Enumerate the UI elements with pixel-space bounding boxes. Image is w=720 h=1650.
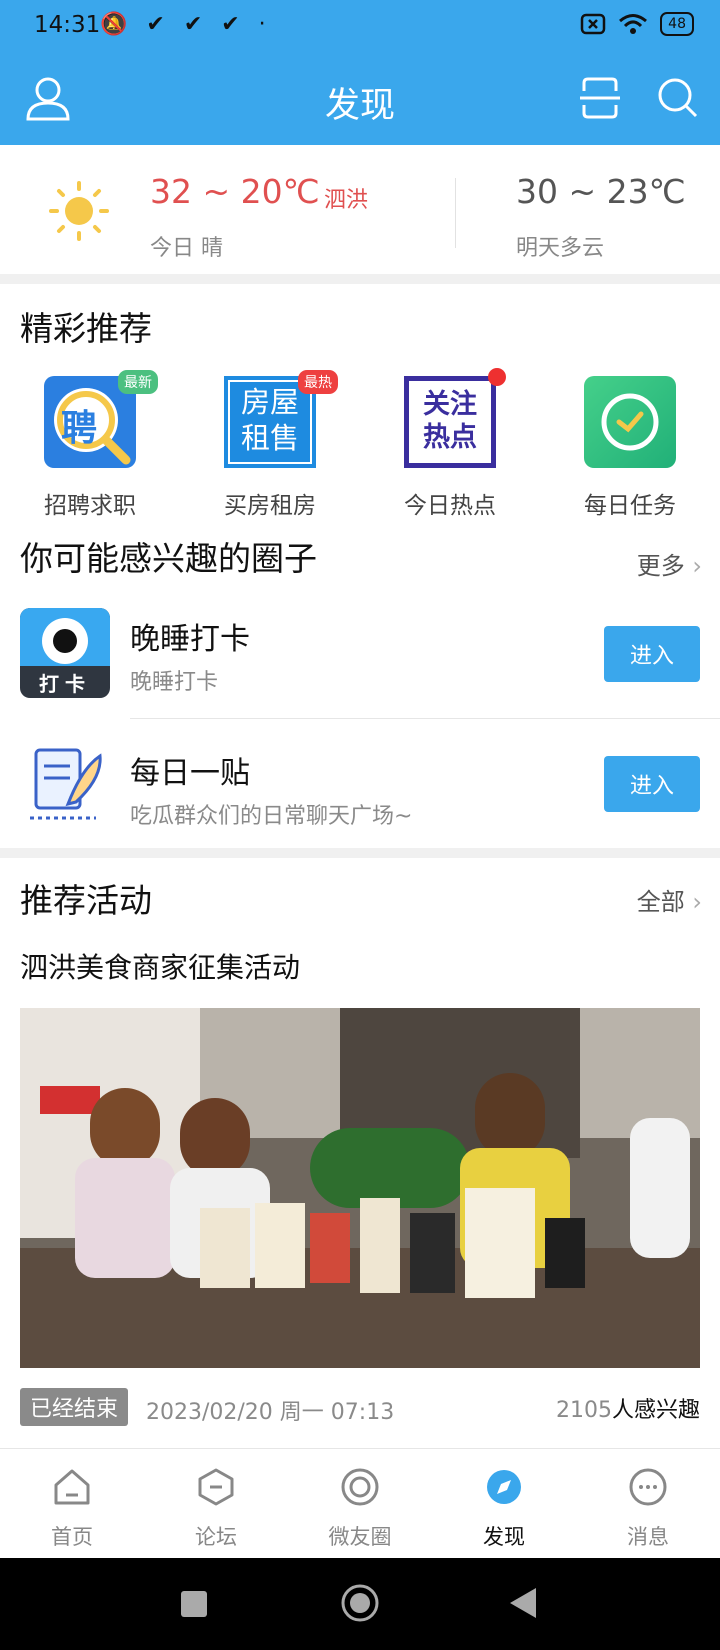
clock-icon bbox=[584, 376, 676, 468]
status-bar: 14:31 🔕 ✔ ✔ ✔ · 48 bbox=[0, 0, 720, 55]
status-time: 14:31 bbox=[34, 12, 101, 38]
recommend-item-hotspot[interactable]: 关注 热点 今日热点 bbox=[360, 368, 540, 520]
sleep-checkin-icon: 打卡 bbox=[20, 608, 110, 698]
chevron-right-icon: › bbox=[684, 888, 702, 916]
section-divider bbox=[0, 274, 720, 284]
message-icon bbox=[629, 1468, 667, 1506]
tab-label: 发现 bbox=[483, 1525, 525, 1549]
interest-count: 2105 bbox=[555, 1398, 612, 1423]
app-header: 发现 bbox=[0, 55, 720, 145]
tomorrow-temperature: 30 ~ 23℃ bbox=[516, 172, 686, 211]
circle-desc: 吃瓜群众们的日常聊天广场~ bbox=[130, 804, 413, 829]
circles-more-link[interactable]: 更多 › bbox=[637, 546, 702, 581]
today-temperature: 32 ~ 20℃ bbox=[150, 172, 320, 211]
recommend-label: 今日热点 bbox=[404, 493, 496, 519]
circles-title: 你可能感兴趣的圈子 bbox=[20, 539, 317, 578]
home-icon bbox=[54, 1469, 90, 1505]
hotspot-icon-text-1: 关注 bbox=[423, 389, 477, 420]
tab-moments[interactable]: 微友圈 bbox=[288, 1467, 432, 1551]
recommend-title: 精彩推荐 bbox=[20, 309, 152, 348]
hotspot-icon: 关注 热点 bbox=[404, 368, 506, 468]
all-label: 全部 bbox=[636, 888, 685, 916]
tab-label: 首页 bbox=[51, 1525, 93, 1549]
activities-all-link[interactable]: 全部 › bbox=[637, 882, 702, 917]
notification-icons: 🔕 ✔ ✔ ✔ · bbox=[100, 12, 272, 37]
recommend-label: 买房租房 bbox=[224, 493, 316, 519]
recruit-icon: 聘 最新 bbox=[44, 370, 158, 468]
tomorrow-weather-label: 明天多云 bbox=[516, 236, 605, 261]
house-icon: 房屋 租售 最热 bbox=[224, 370, 338, 468]
hotspot-icon-text-2: 热点 bbox=[423, 422, 477, 453]
checkin-icon-caption: 打卡 bbox=[39, 672, 91, 696]
recommend-label: 招聘求职 bbox=[44, 493, 136, 519]
home-nav-button[interactable] bbox=[340, 1583, 380, 1623]
tab-home[interactable]: 首页 bbox=[0, 1467, 144, 1551]
house-icon-text-2: 租售 bbox=[240, 421, 299, 455]
more-label: 更多 bbox=[636, 552, 685, 580]
wifi-icon bbox=[619, 14, 648, 34]
recruit-icon-text: 聘 bbox=[61, 408, 98, 449]
badge-newest: 最新 bbox=[118, 370, 158, 394]
recommend-item-daily-task[interactable]: 每日任务 bbox=[540, 372, 720, 520]
activity-datetime: 2023/02/20 周一 07:13 bbox=[146, 1400, 395, 1425]
moments-icon bbox=[341, 1468, 379, 1506]
tab-discover[interactable]: 发现 bbox=[432, 1467, 576, 1551]
circle-name: 每日一贴 bbox=[130, 756, 250, 791]
battery-indicator: 48 bbox=[660, 12, 694, 36]
activities-title: 推荐活动 bbox=[20, 881, 152, 920]
circle-name: 晚睡打卡 bbox=[130, 622, 250, 657]
row-divider bbox=[130, 718, 720, 719]
enter-circle-button[interactable]: 进入 bbox=[604, 756, 700, 812]
activity-title: 泗洪美食商家征集活动 bbox=[20, 951, 301, 984]
activity-interest: 2105人感兴趣 bbox=[556, 1392, 700, 1424]
discover-icon bbox=[487, 1470, 521, 1504]
weather-divider bbox=[455, 178, 456, 248]
bottom-tab-bar: 首页 论坛 微友圈 发现 消息 bbox=[0, 1448, 720, 1559]
recommend-item-house[interactable]: 房屋 租售 最热 买房租房 bbox=[180, 370, 360, 520]
today-weather-label: 今日 晴 bbox=[150, 236, 223, 261]
sun-icon bbox=[49, 181, 109, 241]
tab-label: 论坛 bbox=[195, 1525, 237, 1549]
system-navigation-bar bbox=[0, 1558, 720, 1650]
chevron-right-icon: › bbox=[684, 552, 702, 580]
sim-off-icon bbox=[580, 13, 606, 35]
enter-circle-button[interactable]: 进入 bbox=[604, 626, 700, 682]
tab-forum[interactable]: 论坛 bbox=[144, 1467, 288, 1551]
badge-hottest: 最热 bbox=[298, 370, 338, 394]
activity-photo[interactable] bbox=[20, 1008, 700, 1368]
weather-card[interactable]: 32 ~ 20℃ 泗洪 今日 晴 30 ~ 23℃ 明天多云 bbox=[0, 152, 720, 272]
interest-label: 人感兴趣 bbox=[611, 1398, 700, 1423]
circle-item[interactable]: 每日一贴 吃瓜群众们的日常聊天广场~ 进入 bbox=[0, 730, 720, 850]
scan-icon[interactable] bbox=[576, 73, 624, 123]
circle-desc: 晚睡打卡 bbox=[130, 670, 219, 695]
red-dot-indicator bbox=[488, 368, 506, 386]
section-divider bbox=[0, 848, 720, 858]
search-icon[interactable] bbox=[654, 73, 702, 123]
recommend-label: 每日任务 bbox=[584, 493, 676, 519]
weather-city: 泗洪 bbox=[324, 188, 369, 213]
recommend-item-recruit[interactable]: 聘 最新 招聘求职 bbox=[0, 370, 180, 520]
back-nav-button[interactable] bbox=[508, 1586, 538, 1620]
tab-label: 消息 bbox=[627, 1525, 669, 1549]
forum-icon bbox=[198, 1468, 234, 1506]
recent-apps-button[interactable] bbox=[181, 1591, 207, 1617]
tab-label: 微友圈 bbox=[328, 1525, 392, 1549]
note-feather-icon bbox=[30, 748, 102, 820]
circle-item[interactable]: 打卡 晚睡打卡 晚睡打卡 进入 bbox=[0, 598, 720, 718]
tab-messages[interactable]: 消息 bbox=[576, 1467, 720, 1551]
activity-status-badge: 已经结束 bbox=[20, 1388, 129, 1426]
